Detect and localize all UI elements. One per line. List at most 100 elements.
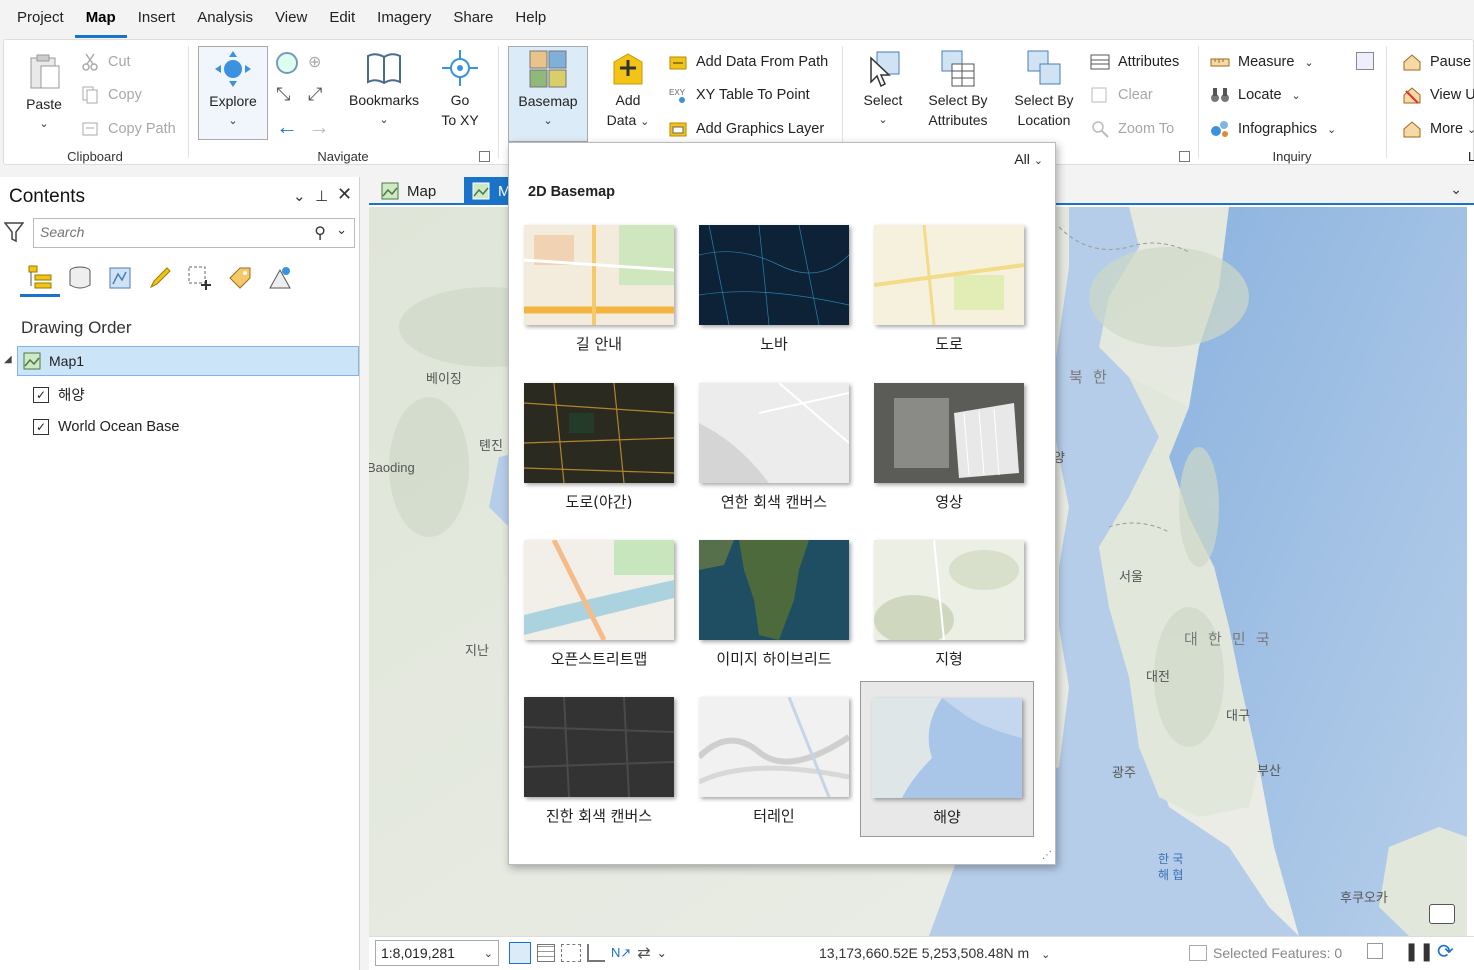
- basemap-tile[interactable]: 진한 회색 캔버스: [512, 695, 686, 851]
- xy-table-to-point-button[interactable]: EXY XY Table To Point: [668, 85, 810, 105]
- zoom-out-fixed-icon[interactable]: ⤢: [308, 84, 322, 105]
- basemap-filter-dropdown[interactable]: All ⌄: [1014, 151, 1043, 167]
- refresh-route-icon[interactable]: ⇄: [637, 943, 650, 963]
- more-label-icon: [1403, 121, 1421, 138]
- basemap-tile[interactable]: 영상: [862, 381, 1036, 537]
- pane-options-chevron-icon[interactable]: ⌄: [293, 187, 306, 205]
- menu-project[interactable]: Project: [6, 0, 75, 38]
- attributes-button[interactable]: Attributes: [1090, 52, 1179, 72]
- layer-row[interactable]: ✓ 해양: [33, 384, 85, 405]
- basemap-label: 도로: [935, 335, 963, 353]
- pause-labeling-button[interactable]: Pause: [1402, 52, 1471, 72]
- clear-selection-button[interactable]: Clear: [1090, 85, 1153, 105]
- select-by-attributes-button[interactable]: Select By Attributes: [920, 48, 996, 130]
- view-unplaced-button[interactable]: View U: [1402, 85, 1474, 105]
- dialog-launcher-icon[interactable]: [479, 151, 490, 162]
- select-by-attributes-line1: Select By: [928, 92, 988, 108]
- north-arrow-icon[interactable]: N↗: [611, 945, 631, 961]
- collapse-map-triangle-icon[interactable]: ◢: [4, 354, 12, 365]
- basemap-tile[interactable]: 오픈스트리트맵: [512, 538, 686, 694]
- bookmarks-button[interactable]: Bookmarks ⌄: [340, 48, 428, 130]
- select-button[interactable]: Select ⌄: [852, 48, 914, 130]
- filter-icon[interactable]: [4, 221, 24, 243]
- menu-view[interactable]: View: [264, 0, 318, 38]
- more-labeling-button[interactable]: More ⌄: [1402, 119, 1474, 139]
- full-extent-icon[interactable]: [276, 52, 298, 74]
- explore-button[interactable]: Explore ⌄: [198, 46, 268, 140]
- copy-button[interactable]: Copy: [80, 85, 142, 105]
- copy-path-button[interactable]: Copy Path: [80, 119, 176, 139]
- next-extent-icon[interactable]: →: [308, 114, 330, 140]
- refresh-icon[interactable]: ⟳: [1437, 939, 1454, 964]
- basemap-tile[interactable]: 도로: [862, 223, 1036, 379]
- list-by-drawing-order-icon[interactable]: [20, 259, 60, 297]
- basemap-tile[interactable]: 지형: [862, 538, 1036, 694]
- menu-analysis[interactable]: Analysis: [186, 0, 264, 38]
- refresh-selection-icon[interactable]: [1367, 943, 1383, 959]
- list-by-perspective-imagery-icon[interactable]: [260, 259, 300, 297]
- previous-extent-icon[interactable]: ←: [276, 114, 298, 140]
- add-data-from-path-button[interactable]: Add Data From Path: [668, 52, 828, 72]
- pause-drawing-icon[interactable]: ❚❚: [1404, 941, 1434, 962]
- close-icon[interactable]: ✕: [337, 184, 352, 205]
- list-by-snapping-icon[interactable]: [180, 259, 220, 297]
- basemap-button[interactable]: Basemap ⌄: [508, 46, 588, 142]
- go-to-xy-label-line1: Go: [450, 92, 470, 108]
- map-notes-icon[interactable]: [1429, 904, 1455, 924]
- go-to-xy-button[interactable]: Go To XY: [428, 48, 492, 130]
- infographics-button[interactable]: Infographics ⌄: [1210, 119, 1336, 139]
- select-by-location-button[interactable]: Select By Location: [1006, 48, 1082, 130]
- layer-visibility-checkbox[interactable]: ✓: [33, 419, 49, 435]
- scale-selector[interactable]: 1:8,019,281 ⌄: [375, 940, 499, 966]
- measure-button[interactable]: Measure ⌄: [1210, 52, 1314, 72]
- basemap-tile[interactable]: 터레인: [687, 695, 861, 851]
- menu-insert[interactable]: Insert: [127, 0, 187, 38]
- menu-share[interactable]: Share: [442, 0, 504, 38]
- tab-list-chevron-icon[interactable]: ⌄: [1450, 181, 1462, 198]
- list-by-selection-icon[interactable]: [100, 259, 140, 297]
- cut-button[interactable]: Cut: [80, 52, 131, 72]
- fixed-zoom-icon[interactable]: ⊕: [308, 52, 330, 74]
- grid-icon[interactable]: [537, 944, 555, 962]
- menu-edit[interactable]: Edit: [318, 0, 366, 38]
- locate-button[interactable]: Locate ⌄: [1210, 85, 1301, 105]
- basemap-tile[interactable]: 노바: [687, 223, 861, 379]
- chevron-down-icon[interactable]: ⌄: [336, 222, 347, 238]
- explore-label: Explore: [209, 93, 257, 109]
- resize-grip-icon[interactable]: ⋰: [1042, 850, 1052, 861]
- dialog-launcher-icon[interactable]: [1179, 151, 1190, 162]
- menu-map[interactable]: Map: [74, 0, 127, 38]
- list-by-source-icon[interactable]: [60, 259, 100, 297]
- search-field[interactable]: ⚲ ⌄: [33, 218, 355, 248]
- list-by-labeling-icon[interactable]: [220, 259, 260, 297]
- layer-name: 해양: [58, 388, 85, 404]
- map-tree-item[interactable]: Map1: [17, 346, 359, 376]
- tab-map[interactable]: Map: [373, 177, 444, 205]
- zoom-to-selection-button[interactable]: Zoom To: [1090, 119, 1174, 139]
- menu-help[interactable]: Help: [504, 0, 557, 38]
- menu-imagery[interactable]: Imagery: [366, 0, 442, 38]
- ribbon-divider: [1198, 46, 1199, 158]
- grid-snap-icon[interactable]: [509, 942, 531, 964]
- zoom-in-fixed-icon[interactable]: ⤡: [276, 84, 290, 105]
- paste-button[interactable]: Paste ⌄: [18, 52, 70, 134]
- basemap-tile[interactable]: 연한 회색 캔버스: [687, 381, 861, 537]
- search-icon[interactable]: ⚲: [314, 223, 326, 243]
- layer-row[interactable]: ✓ World Ocean Base: [33, 419, 179, 435]
- snapping-icon[interactable]: [561, 944, 581, 962]
- add-data-button[interactable]: Add Data ⌄: [596, 48, 660, 132]
- coordinates-display[interactable]: 13,173,660.52E 5,253,508.48N m ⌄: [819, 945, 1050, 961]
- basemap-tile[interactable]: 이미지 하이브리드: [687, 538, 861, 694]
- list-by-editing-icon[interactable]: [140, 259, 180, 297]
- add-graphics-layer-button[interactable]: Add Graphics Layer: [668, 119, 824, 139]
- chevron-down-icon[interactable]: ⌄: [657, 946, 667, 960]
- constraints-icon[interactable]: [587, 944, 605, 962]
- basemap-tile-selected[interactable]: 해양: [860, 681, 1034, 837]
- layer-visibility-checkbox[interactable]: ✓: [33, 386, 49, 403]
- pin-icon[interactable]: ⊥: [315, 187, 328, 205]
- basemap-tile[interactable]: 길 안내: [512, 223, 686, 379]
- inquiry-extra-icon[interactable]: [1356, 52, 1374, 70]
- search-input[interactable]: [40, 219, 300, 245]
- basemap-tile[interactable]: 도로(야간): [512, 381, 686, 537]
- selected-features-status[interactable]: Selected Features: 0: [1189, 945, 1342, 961]
